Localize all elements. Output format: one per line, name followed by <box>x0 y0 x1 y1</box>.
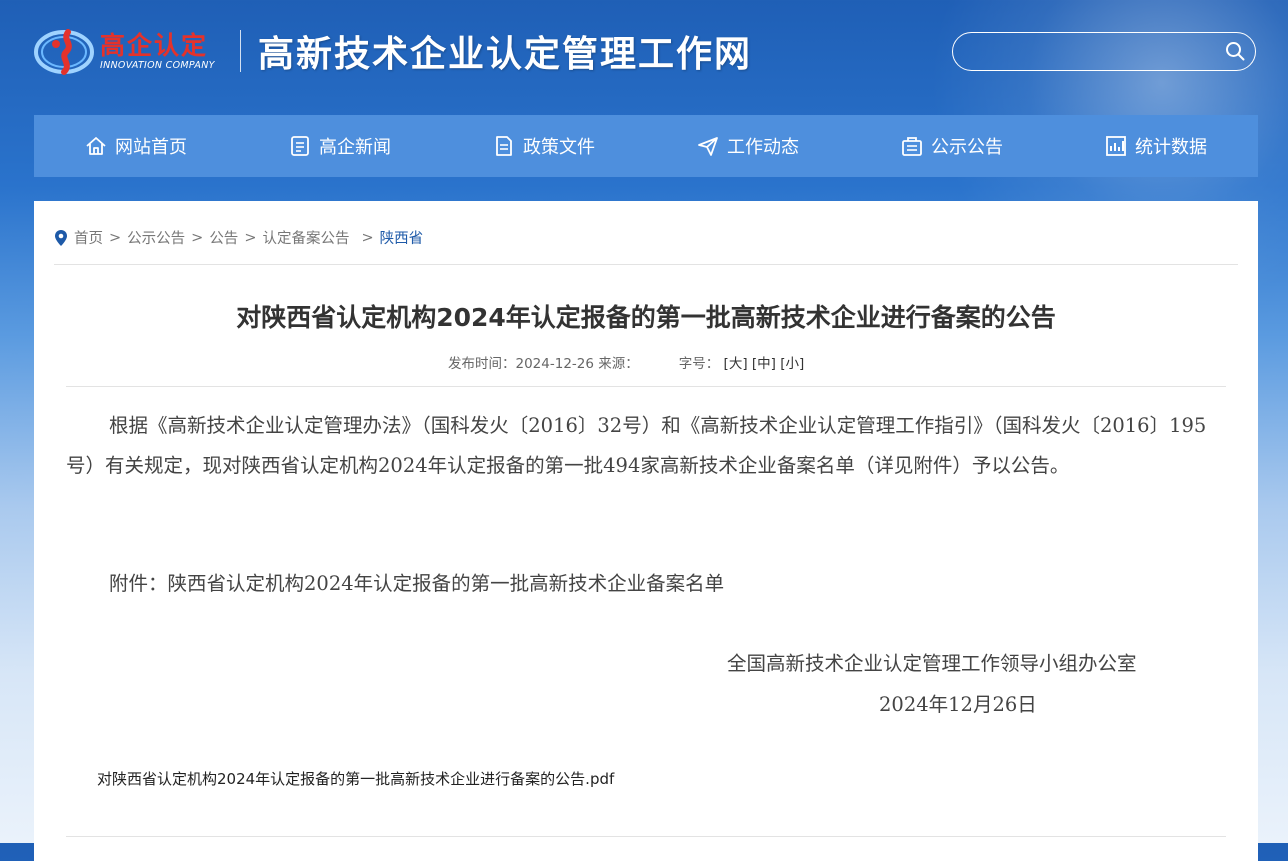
divider <box>66 386 1226 387</box>
article-card: 首页 > 公示公告 > 公告 > 认定备案公告 > 陕西省 对陕西省认定机构20… <box>34 201 1258 861</box>
nav-label: 公示公告 <box>931 137 1003 158</box>
header-divider <box>240 30 241 72</box>
breadcrumb-current[interactable]: 陕西省 <box>380 227 424 248</box>
font-size-small-button[interactable]: [小] <box>780 356 804 372</box>
breadcrumb-separator: > <box>244 229 257 246</box>
logo-chinese-text: 高企认定 <box>100 31 209 60</box>
home-icon <box>86 137 106 155</box>
nav-item-policy[interactable]: 政策文件 <box>442 115 646 177</box>
nav-item-news[interactable]: 高企新闻 <box>238 115 442 177</box>
nav-label: 统计数据 <box>1135 137 1207 158</box>
search-box <box>952 32 1256 71</box>
breadcrumb-separator: > <box>361 229 374 246</box>
font-size-large-button[interactable]: [大] <box>724 356 748 372</box>
logo-mark-icon <box>34 29 94 75</box>
site-logo[interactable]: 高企认定 INNOVATION COMPANY <box>34 20 224 80</box>
breadcrumb: 首页 > 公示公告 > 公告 > 认定备案公告 > 陕西省 <box>54 227 423 248</box>
breadcrumb-filing-notice[interactable]: 认定备案公告 <box>262 227 349 248</box>
article-meta: 发布时间：2024-12-26 来源： 字号： [大] [中] [小] <box>448 352 804 372</box>
signature-date: 2024年12月26日 <box>879 693 1037 716</box>
nav-label: 政策文件 <box>523 137 595 158</box>
nav-label: 网站首页 <box>115 137 187 158</box>
breadcrumb-notices[interactable]: 公示公告 <box>127 227 185 248</box>
news-icon <box>291 136 309 156</box>
breadcrumb-home[interactable]: 首页 <box>74 227 103 248</box>
divider <box>54 264 1238 265</box>
location-pin-icon <box>55 229 67 246</box>
nav-label: 高企新闻 <box>319 137 391 158</box>
logo-english-text: INNOVATION COMPANY <box>100 60 215 71</box>
chart-icon <box>1106 136 1126 156</box>
article-body: 根据《高新技术企业认定管理办法》（国科发火〔2016〕32号）和《高新技术企业认… <box>66 406 1228 486</box>
breadcrumb-separator: > <box>109 229 122 246</box>
document-icon <box>496 136 512 156</box>
nav-item-home[interactable]: 网站首页 <box>34 115 238 177</box>
article-paragraph: 根据《高新技术企业认定管理办法》（国科发火〔2016〕32号）和《高新技术企业认… <box>66 414 1207 477</box>
nav-item-statistics[interactable]: 统计数据 <box>1054 115 1258 177</box>
breadcrumb-announcement[interactable]: 公告 <box>209 227 238 248</box>
send-icon <box>698 137 718 156</box>
signature: 全国高新技术企业认定管理工作领导小组办公室 <box>727 652 1137 675</box>
attachment-text: 附件：陕西省认定机构2024年认定报备的第一批高新技术企业备案名单 <box>109 572 725 595</box>
divider <box>66 836 1226 837</box>
nav-item-work-updates[interactable]: 工作动态 <box>646 115 850 177</box>
nav-item-notices[interactable]: 公示公告 <box>850 115 1054 177</box>
font-size-label: 字号： <box>678 356 720 372</box>
font-size-medium-button[interactable]: [中] <box>752 356 776 372</box>
notice-icon <box>902 137 922 156</box>
pdf-attachment-link[interactable]: 对陕西省认定机构2024年认定报备的第一批高新技术企业进行备案的公告.pdf <box>97 768 614 789</box>
breadcrumb-separator: > <box>191 229 204 246</box>
main-nav: 网站首页 高企新闻 政策文件 工作动态 公示公告 统计数据 <box>34 115 1258 177</box>
search-input[interactable] <box>967 39 1221 65</box>
site-header: 高企认定 INNOVATION COMPANY 高新技术企业认定管理工作网 <box>0 0 1288 115</box>
nav-label: 工作动态 <box>727 137 799 158</box>
article-title: 对陕西省认定机构2024年认定报备的第一批高新技术企业进行备案的公告 <box>236 303 1056 332</box>
site-title: 高新技术企业认定管理工作网 <box>258 34 753 75</box>
publish-info: 发布时间：2024-12-26 来源： <box>448 356 639 372</box>
search-icon[interactable] <box>1225 41 1245 61</box>
